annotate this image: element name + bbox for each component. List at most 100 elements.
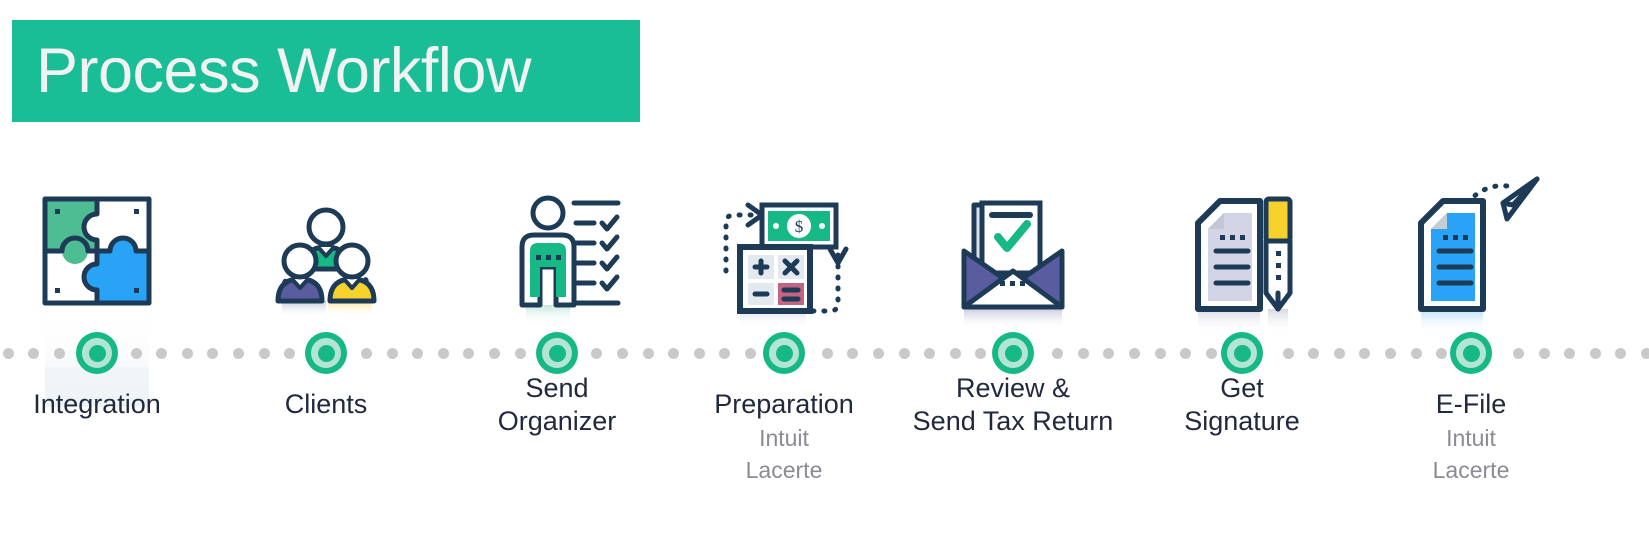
timeline-dot — [488, 348, 500, 359]
timeline-marker-clients[interactable] — [305, 332, 347, 374]
marker-ring — [998, 338, 1028, 368]
timeline-dot — [1308, 348, 1320, 359]
timeline-dot — [2, 348, 14, 359]
step-send-organizer[interactable] — [427, 175, 687, 335]
timeline-dot — [872, 348, 884, 359]
document-pen-icon — [1112, 175, 1372, 335]
timeline-dot — [130, 348, 142, 359]
timeline-dot — [1154, 348, 1166, 359]
step-review-send-tax-return[interactable] — [883, 175, 1143, 335]
label-e-file: E-File Intuit Lacerte — [1341, 388, 1601, 485]
timeline-dot — [1052, 348, 1064, 359]
timeline-dot — [463, 348, 475, 359]
workflow-infographic: Process Workflow $ Integration Clients S… — [0, 0, 1649, 555]
timeline-dot — [360, 348, 372, 359]
step-sublabel-line2: Lacerte — [1432, 457, 1510, 483]
timeline-dot — [1640, 348, 1649, 359]
timeline-marker-preparation[interactable] — [763, 332, 805, 374]
timeline-dot — [1410, 348, 1422, 359]
timeline-dot — [1538, 348, 1550, 359]
timeline-marker-send-organizer[interactable] — [536, 332, 578, 374]
timeline-dot — [949, 348, 961, 359]
timeline-dot — [181, 348, 193, 359]
step-clients[interactable] — [196, 175, 456, 335]
marker-core — [775, 344, 793, 362]
timeline-dot — [1589, 348, 1601, 359]
label-get-signature: Get Signature — [1112, 372, 1372, 438]
step-integration[interactable] — [0, 175, 227, 407]
timeline-dot — [847, 348, 859, 359]
timeline-marker-review-send-tax-return[interactable] — [992, 332, 1034, 374]
label-integration: Integration — [0, 388, 227, 421]
label-clients: Clients — [196, 388, 456, 421]
timeline-dot — [207, 348, 219, 359]
people-group-icon — [196, 175, 456, 335]
timeline-dot — [924, 348, 936, 359]
step-label-line1: Send — [525, 373, 589, 403]
timeline-track — [0, 332, 1649, 374]
step-label-text: Clients — [284, 389, 368, 419]
step-label-text: E-File — [1435, 389, 1507, 419]
step-label-line1: Review & — [955, 373, 1071, 403]
timeline-dot — [744, 348, 756, 359]
step-label-line2: Organizer — [497, 406, 617, 436]
step-sublabel-line1: Intuit — [1446, 425, 1496, 451]
marker-ring — [1227, 338, 1257, 368]
step-label-text: Integration — [33, 389, 161, 419]
timeline-dot — [1205, 348, 1217, 359]
label-preparation: Preparation Intuit Lacerte — [654, 388, 914, 485]
envelope-document-check-icon — [883, 175, 1143, 335]
timeline-dot — [591, 348, 603, 359]
timeline-dot — [693, 348, 705, 359]
svg-text:$: $ — [795, 217, 804, 236]
marker-core — [548, 344, 566, 362]
timeline-dot — [1384, 348, 1396, 359]
timeline-dot — [1128, 348, 1140, 359]
timeline-marker-e-file[interactable] — [1450, 332, 1492, 374]
marker-core — [1004, 344, 1022, 362]
marker-ring — [311, 338, 341, 368]
step-label-line2: Signature — [1184, 406, 1300, 436]
marker-core — [1462, 344, 1480, 362]
label-send-organizer: Send Organizer — [427, 372, 687, 438]
timeline-dot — [616, 348, 628, 359]
timeline-dot — [719, 348, 731, 359]
page-title-banner: Process Workflow — [12, 20, 640, 122]
timeline-dot — [258, 348, 270, 359]
marker-ring — [769, 338, 799, 368]
timeline-dot — [53, 348, 65, 359]
step-label-line1: Get — [1220, 373, 1264, 403]
calculator-money-icon: $ — [654, 175, 914, 335]
timeline-dot — [1180, 348, 1192, 359]
timeline-marker-get-signature[interactable] — [1221, 332, 1263, 374]
document-paper-plane-icon — [1341, 175, 1601, 335]
timeline-marker-integration[interactable] — [76, 332, 118, 374]
step-e-file[interactable] — [1341, 175, 1601, 335]
timeline-dot — [386, 348, 398, 359]
step-get-signature[interactable] — [1112, 175, 1372, 335]
puzzle-icon — [0, 175, 227, 407]
timeline-dot — [1282, 348, 1294, 359]
timeline-dot — [28, 348, 40, 359]
marker-ring — [542, 338, 572, 368]
timeline-dot — [412, 348, 424, 359]
step-preparation[interactable]: $ — [654, 175, 914, 335]
timeline-dot — [514, 348, 526, 359]
timeline-dot — [1077, 348, 1089, 359]
marker-ring — [82, 338, 112, 368]
timeline-dot — [1103, 348, 1115, 359]
timeline-dot — [821, 348, 833, 359]
timeline-dot — [437, 348, 449, 359]
timeline-dot — [668, 348, 680, 359]
step-sublabel-line1: Intuit — [759, 425, 809, 451]
timeline-dot — [1564, 348, 1576, 359]
timeline-dot — [1615, 348, 1627, 359]
marker-core — [88, 344, 106, 362]
person-checklist-icon — [427, 175, 687, 335]
timeline-dot — [284, 348, 296, 359]
timeline-dot — [232, 348, 244, 359]
step-label-text: Preparation — [714, 389, 854, 419]
timeline-dot — [1512, 348, 1524, 359]
marker-core — [1233, 344, 1251, 362]
timeline-dot — [156, 348, 168, 359]
